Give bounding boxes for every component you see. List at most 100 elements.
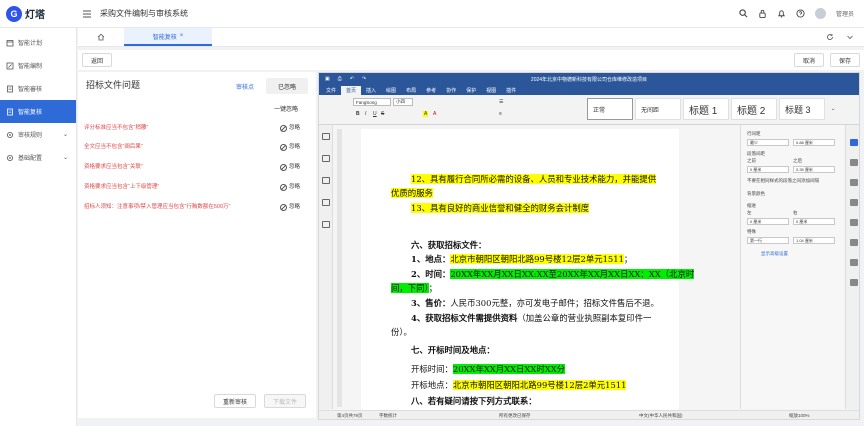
image-icon[interactable] (850, 179, 858, 186)
font-size-select[interactable]: 小四 (393, 98, 413, 106)
bell-icon[interactable] (777, 9, 786, 18)
sidebar-item-audit[interactable]: 智能審核 (0, 77, 76, 100)
comment-icon[interactable] (322, 155, 330, 162)
shape-icon[interactable] (850, 219, 858, 226)
align-button[interactable]: ≡ (499, 111, 502, 117)
table-icon[interactable] (850, 159, 858, 166)
ignore-button[interactable]: 忽略 (279, 203, 300, 211)
logo: G 灯塔 (0, 5, 78, 22)
menu-insert[interactable]: 插入 (361, 86, 381, 95)
document-page[interactable]: 12、具有履行合同所必需的设备、人员和专业技术能力，并能提供 优质的服务 13、… (361, 129, 695, 419)
sidebar-item-config[interactable]: 基础配置 ⌄ (0, 146, 76, 169)
sidebar-item-compile[interactable]: 智能编制 (0, 54, 76, 77)
menu-plugins[interactable]: 插件 (501, 86, 521, 95)
sidebar-item-plan[interactable]: 智能计划 (0, 31, 76, 54)
menu-collaborate[interactable]: 协作 (441, 86, 461, 95)
cancel-button[interactable]: 取消 (793, 53, 824, 67)
no-space-checkbox[interactable]: 不要在相同样式的段落之间添加间隔 (747, 178, 841, 183)
avatar[interactable] (814, 8, 826, 19)
paragraph-icon[interactable] (850, 139, 858, 146)
download-button[interactable]: 下载文件 (264, 394, 307, 408)
line-spacing-value[interactable]: 0.88 厘米 (793, 139, 835, 146)
text-art-icon[interactable] (850, 259, 858, 266)
home-tab[interactable] (78, 28, 124, 46)
time-end: ； (428, 283, 438, 293)
bold-button[interactable]: B (356, 111, 360, 117)
menu-home[interactable]: 首页 (341, 86, 362, 95)
chevron-down-icon[interactable]: ⌄ (831, 106, 835, 112)
thumbnails-icon[interactable] (322, 221, 330, 228)
before-spacing-input[interactable]: 0 厘米 (747, 166, 789, 173)
menu-protect[interactable]: 保护 (461, 86, 481, 95)
list-button[interactable]: ☰ (499, 99, 503, 105)
issue-item[interactable]: 评分标准应当不包含“稍腰” 忽略 (84, 124, 308, 132)
tab-ignored[interactable]: 已忽略 (266, 78, 308, 94)
menu-draw[interactable]: 绘图 (381, 86, 401, 95)
back-button[interactable]: 返回 (82, 53, 113, 67)
chat-icon[interactable] (322, 177, 330, 184)
font-name-select[interactable]: FangSong (353, 98, 391, 106)
special-indent-value[interactable]: 1.04 厘米 (793, 237, 835, 244)
action-bar: 返回 取消 保存 (78, 50, 864, 70)
sidebar: 智能计划 智能编制 智能審核 智能复核 审核规则 ⌄ 基础配置 ⌄ (0, 28, 77, 426)
strikethrough-button[interactable]: S (381, 111, 384, 117)
special-indent-select[interactable]: 第一行 (747, 237, 789, 244)
font-color-button[interactable]: A (433, 111, 436, 117)
style-heading-3[interactable]: 标题 3 (779, 98, 825, 120)
headings-icon[interactable] (322, 199, 330, 206)
ignore-button[interactable]: 忽略 (279, 183, 300, 191)
issue-item[interactable]: 资格要求应当包含“上下级管理” 忽略 (84, 183, 308, 191)
refresh-icon[interactable] (826, 33, 834, 41)
save-button[interactable]: 保存 (829, 53, 860, 67)
chevron-down-icon[interactable] (846, 33, 854, 41)
issue-item[interactable]: 全文应当不包含“阐后果” 忽略 (84, 143, 308, 151)
menu-references[interactable]: 参考 (421, 86, 441, 95)
top-header: G 灯塔 采购文件编制与审核系统 管理员 (0, 0, 864, 28)
chart-icon[interactable] (850, 239, 858, 246)
italic-button[interactable]: I (365, 111, 366, 117)
search-icon[interactable] (322, 133, 330, 140)
word-count[interactable]: 字数统计 (379, 413, 397, 419)
left-toolbar (319, 125, 333, 409)
issue-item[interactable]: 招标人须知：注意事项/禁入管理应当包含“行贿数额在500万” 忽略 (84, 203, 308, 211)
menu-view[interactable]: 视图 (481, 86, 501, 95)
style-no-spacing[interactable]: 无间距 (635, 98, 681, 120)
style-heading-2[interactable]: 标题 2 (731, 98, 777, 120)
underline-button[interactable]: U (373, 111, 377, 117)
search-icon[interactable] (739, 9, 748, 18)
style-heading-1[interactable]: 标题 1 (683, 98, 729, 120)
ignore-button[interactable]: 忽略 (279, 124, 300, 132)
ignore-all-button[interactable]: 一键忽略 (274, 104, 298, 113)
document-title: 2024年北京中物德新科技有限公司仓库维修改造项目 (530, 76, 648, 83)
close-icon[interactable]: × (180, 33, 184, 39)
sidebar-item-recheck[interactable]: 智能复核 (0, 100, 76, 123)
highlight-button[interactable]: A (423, 111, 429, 117)
tab-review-points[interactable]: 审核点 (224, 78, 266, 94)
menu-file[interactable]: 文件 (321, 86, 341, 95)
ignore-button[interactable]: 忽略 (279, 143, 300, 151)
sidebar-item-rules[interactable]: 审核规则 ⌄ (0, 123, 76, 146)
issue-item[interactable]: 资格要求应当包含“关联” 忽略 (84, 163, 308, 171)
after-spacing-input[interactable]: 0.35 厘米 (793, 166, 835, 173)
header-footer-icon[interactable] (850, 199, 858, 206)
line-spacing-select[interactable]: 最少 (747, 139, 789, 146)
menu-layout[interactable]: 布局 (401, 86, 421, 95)
language-select[interactable]: 中文(中华人民共和国) (639, 413, 683, 419)
zoom-level[interactable]: 缩放100% (789, 413, 810, 419)
style-normal[interactable]: 正常 (587, 98, 633, 120)
ignore-button[interactable]: 忽略 (279, 163, 300, 171)
indent-right-input[interactable]: 0 厘米 (793, 218, 835, 225)
tab-label: 智能复核 (152, 34, 177, 41)
issue-text: 资格要求应当包含“上下级管理” (84, 184, 160, 190)
ignore-icon (279, 183, 287, 191)
user-name[interactable]: 管理员 (836, 9, 854, 18)
help-icon[interactable] (796, 9, 805, 18)
indent-left-input[interactable]: 0 厘米 (747, 218, 789, 225)
advanced-settings-link[interactable]: 显示高级设置 (761, 251, 788, 257)
reaudit-button[interactable]: 重新审核 (214, 394, 257, 408)
lock-icon[interactable] (758, 9, 767, 18)
logo-mark: G (6, 5, 22, 22)
tab-recheck[interactable]: 智能复核 × (124, 28, 212, 46)
menu-toggle-icon[interactable] (80, 7, 94, 21)
signature-icon[interactable] (850, 279, 858, 286)
